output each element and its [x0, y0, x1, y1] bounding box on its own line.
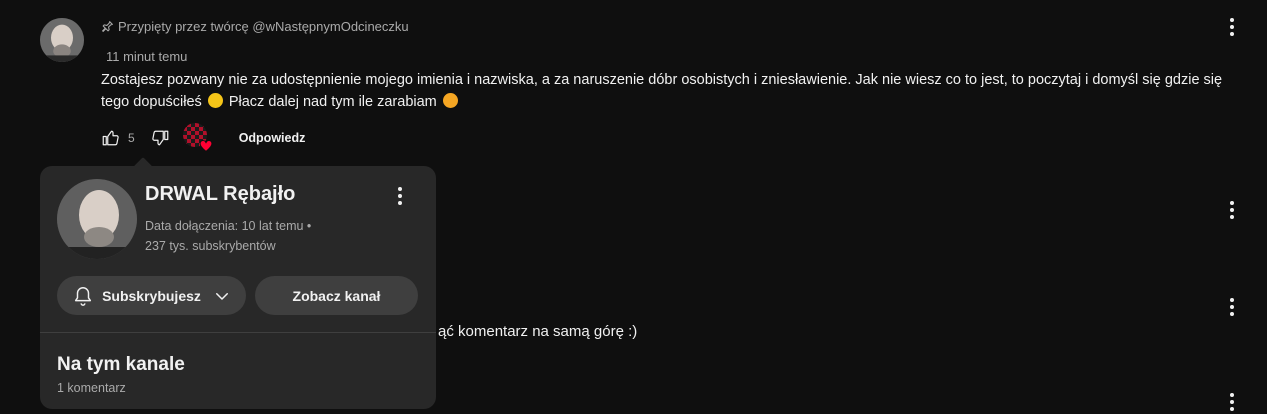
- subscribed-button[interactable]: Subskrybujesz: [57, 276, 246, 315]
- comment-actions: 5 Odpowiedz: [100, 123, 306, 153]
- channel-subscribers: 237 tys. subskrybentów: [145, 239, 276, 253]
- comment-text-part2: Płacz dalej nad tym ile zarabiam: [228, 94, 437, 110]
- channel-name[interactable]: DRWAL Rębajło: [145, 183, 295, 206]
- creator-heart-icon[interactable]: [182, 123, 213, 153]
- comment-text: Zostajesz pozwany nie za udostępnienie m…: [101, 69, 1241, 113]
- like-count: 5: [128, 131, 135, 145]
- thumbs-down-icon[interactable]: [151, 128, 171, 148]
- channel-hover-card: DRWAL Rębajło Data dołączenia: 10 lat te…: [40, 166, 436, 409]
- more-vert-icon[interactable]: [388, 184, 412, 208]
- pinned-by-text[interactable]: Przypięty przez twórcę @wNastępnymOdcine…: [118, 19, 409, 34]
- channel-avatar[interactable]: [57, 179, 137, 259]
- pinned-label: Przypięty przez twórcę @wNastępnymOdcine…: [101, 19, 409, 34]
- thumbs-up-icon[interactable]: [100, 128, 120, 148]
- view-channel-label: Zobacz kanał: [292, 287, 381, 304]
- view-channel-button[interactable]: Zobacz kanał: [255, 276, 418, 315]
- on-channel-count[interactable]: 1 komentarz: [57, 381, 126, 395]
- comment-menu-icon[interactable]: [1220, 198, 1244, 222]
- slight-smile-emoji-icon: [207, 93, 223, 108]
- subscribed-label: Subskrybujesz: [102, 287, 201, 304]
- background-comment-text: ąć komentarz na samą górę :): [438, 323, 638, 340]
- pin-icon: [101, 20, 114, 33]
- on-channel-title: Na tym kanale: [57, 354, 185, 375]
- comment-menu-icon[interactable]: [1220, 15, 1244, 39]
- card-divider: [40, 332, 436, 333]
- commenter-avatar[interactable]: [40, 18, 84, 62]
- comment-time[interactable]: 11 minut temu: [106, 49, 187, 64]
- channel-joined: Data dołączenia: 10 lat temu •: [145, 219, 312, 233]
- channel-meta: Data dołączenia: 10 lat temu • 237 tys. …: [145, 216, 311, 256]
- chevron-down-icon: [213, 287, 231, 305]
- bell-icon: [72, 285, 94, 307]
- comment-menu-icon[interactable]: [1220, 295, 1244, 319]
- reply-button[interactable]: Odpowiedz: [239, 131, 306, 145]
- kissing-face-emoji-icon: [442, 93, 458, 108]
- comment-menu-icon[interactable]: [1220, 390, 1244, 414]
